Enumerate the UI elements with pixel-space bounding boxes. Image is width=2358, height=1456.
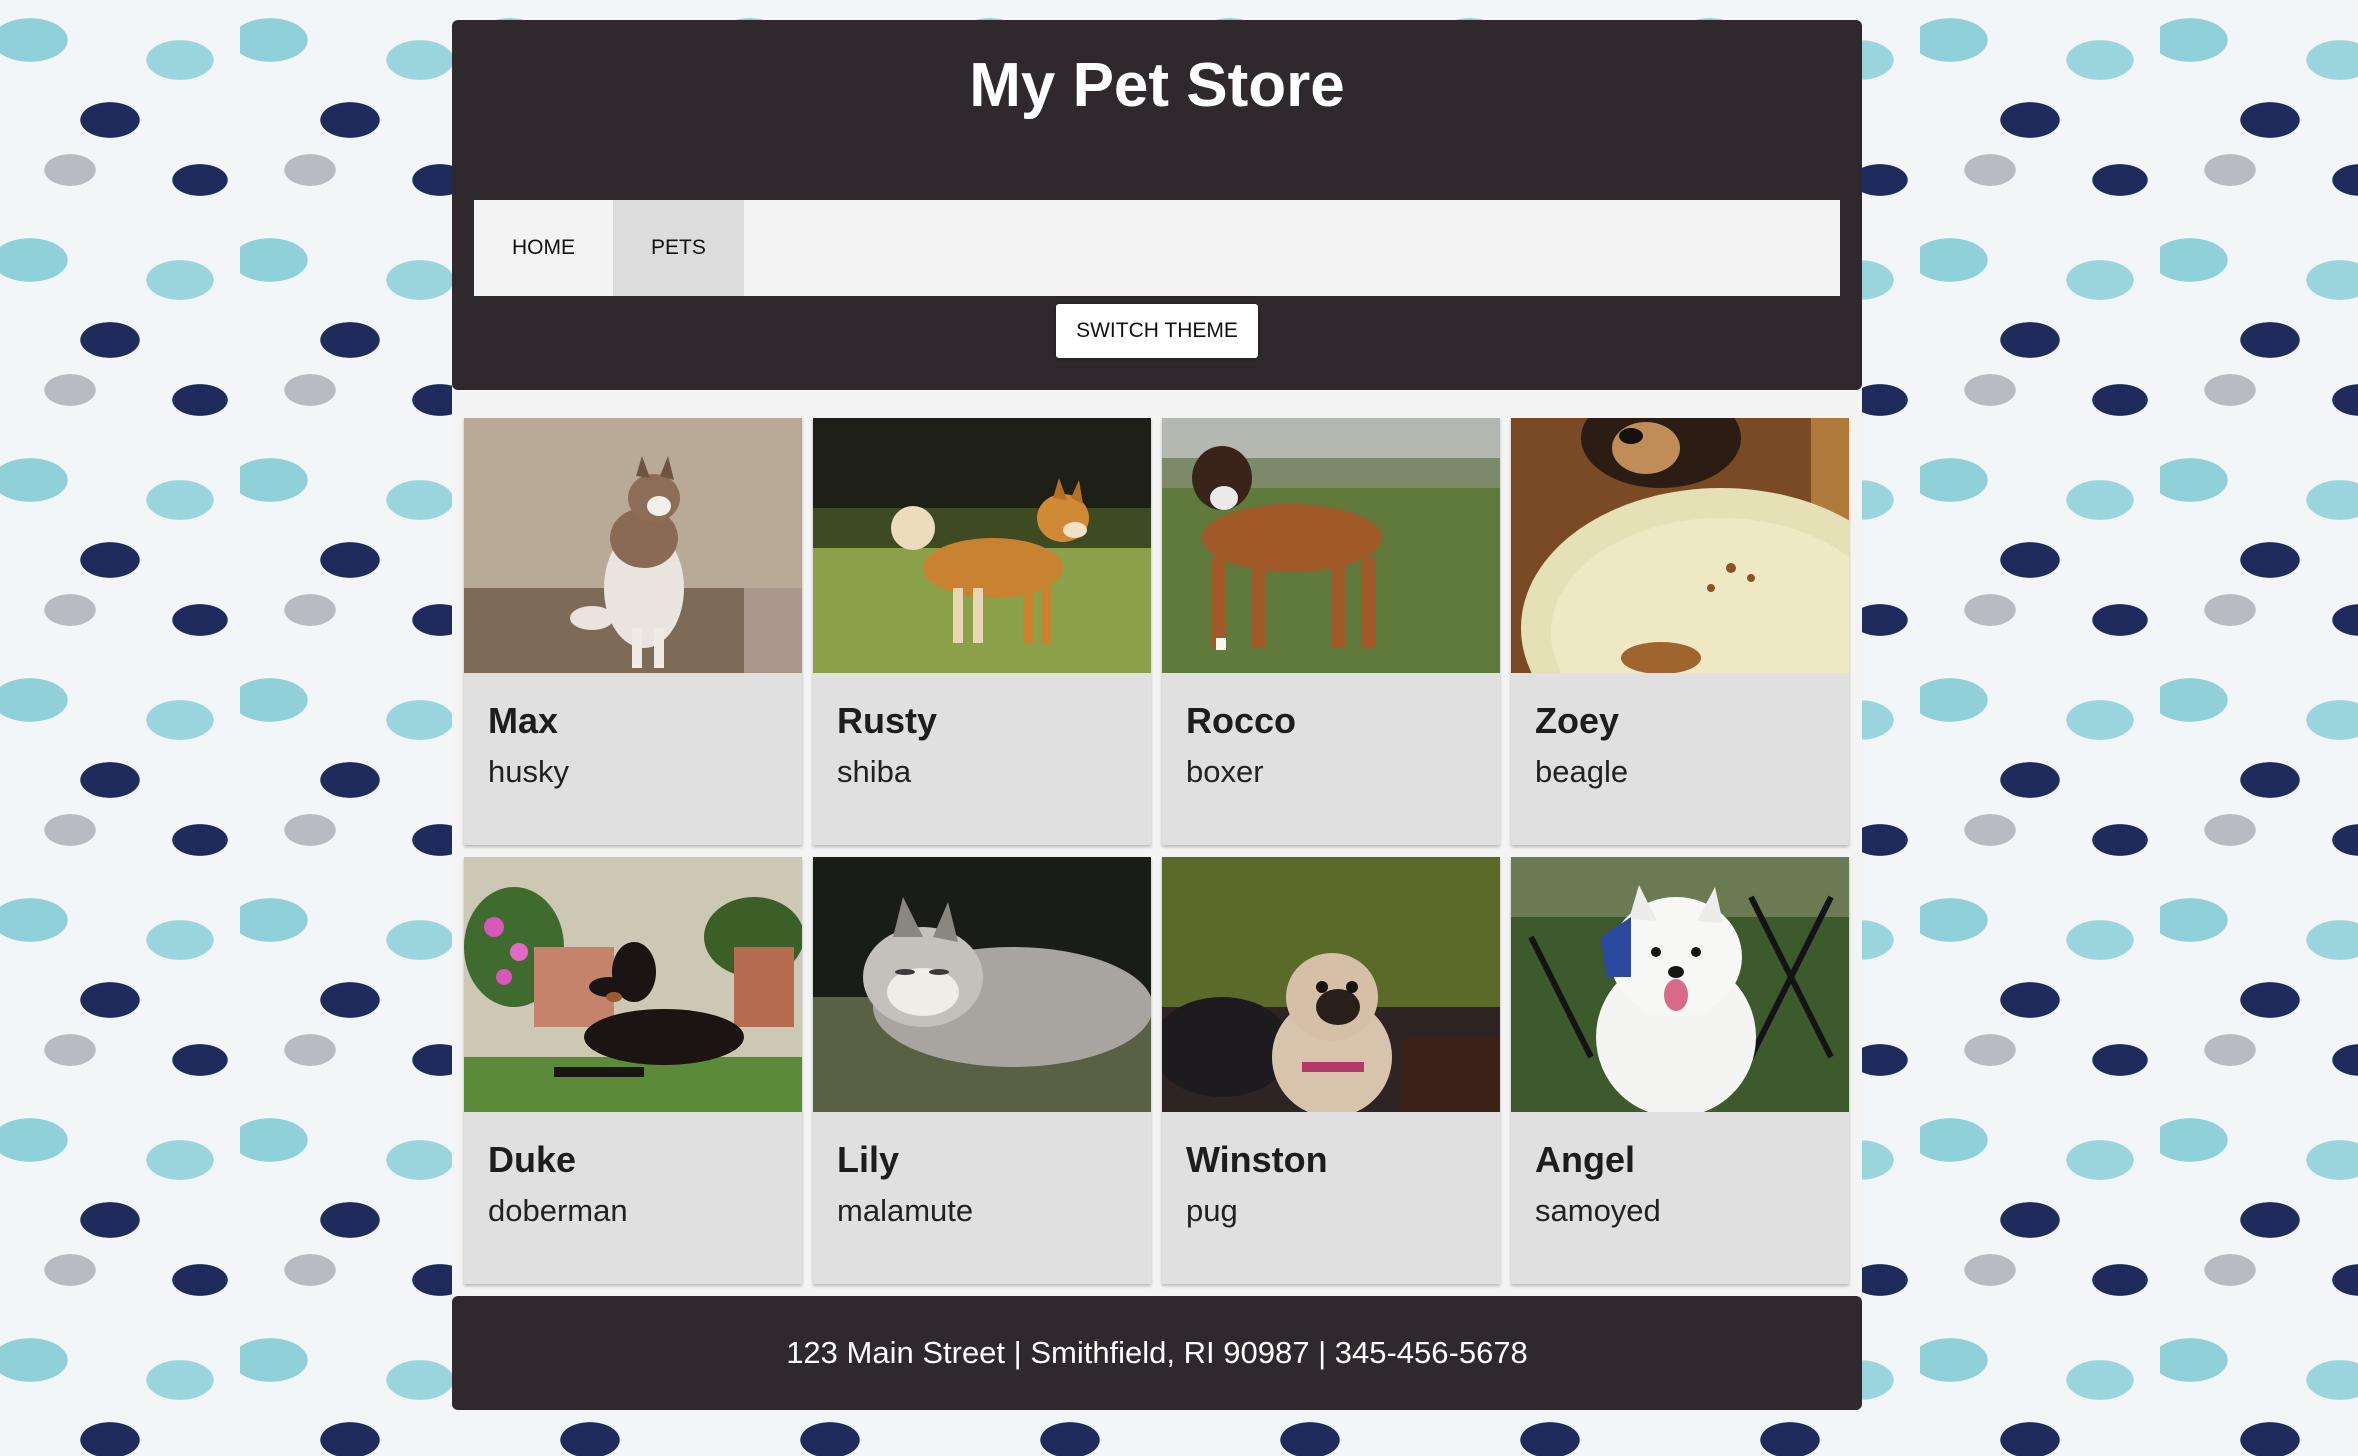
pet-card[interactable]: Lily malamute <box>813 857 1151 1284</box>
pet-breed: malamute <box>837 1193 974 1228</box>
pet-name: Angel <box>1535 1139 1636 1180</box>
pet-breed: pug <box>1186 1193 1238 1228</box>
shiba-photo <box>813 418 1151 673</box>
pet-breed: shiba <box>837 754 912 789</box>
pet-card[interactable]: Rocco boxer <box>1162 418 1500 845</box>
pet-card[interactable]: Winston pug <box>1162 857 1500 1284</box>
pet-breed: boxer <box>1186 754 1264 789</box>
pet-card[interactable]: Max husky <box>464 418 802 845</box>
pet-card[interactable]: Rusty shiba <box>813 418 1151 845</box>
site-header: My Pet Store HOME PETS SWITCH THEME <box>452 20 1862 390</box>
pet-name: Duke <box>488 1139 577 1180</box>
site-title: My Pet Store <box>969 51 1345 120</box>
pet-name: Rocco <box>1186 700 1297 741</box>
page-container: My Pet Store HOME PETS SWITCH THEME Max … <box>452 20 1862 1410</box>
pet-name: Zoey <box>1535 700 1620 741</box>
navbar: HOME PETS <box>474 200 1840 296</box>
pet-card[interactable]: Zoey beagle <box>1511 418 1849 845</box>
pet-grid: Max husky Rusty shiba Rocco boxer Zoey b… <box>464 418 1850 1284</box>
beagle-photo <box>1511 418 1849 673</box>
husky-photo <box>464 418 802 673</box>
pet-card[interactable]: Duke doberman <box>464 857 802 1284</box>
pet-breed: samoyed <box>1535 1193 1661 1228</box>
pug-photo <box>1162 857 1500 1112</box>
footer-contact-text: 123 Main Street | Smithfield, RI 90987 |… <box>786 1335 1528 1370</box>
site-footer: 123 Main Street | Smithfield, RI 90987 |… <box>452 1296 1862 1410</box>
switch-theme-button[interactable]: SWITCH THEME <box>1056 304 1258 358</box>
pet-name: Winston <box>1186 1139 1328 1180</box>
pet-breed: beagle <box>1535 754 1629 789</box>
malamute-photo <box>813 857 1151 1112</box>
nav-home-link[interactable]: HOME <box>474 200 613 296</box>
samoyed-photo <box>1511 857 1849 1112</box>
pet-name: Lily <box>837 1139 900 1180</box>
pet-breed: doberman <box>488 1193 628 1228</box>
pet-breed: husky <box>488 754 569 789</box>
pet-name: Rusty <box>837 700 938 741</box>
doberman-photo <box>464 857 802 1112</box>
pet-name: Max <box>488 700 559 741</box>
boxer-photo <box>1162 418 1500 673</box>
nav-pets-link[interactable]: PETS <box>613 200 744 296</box>
pet-card[interactable]: Angel samoyed <box>1511 857 1849 1284</box>
